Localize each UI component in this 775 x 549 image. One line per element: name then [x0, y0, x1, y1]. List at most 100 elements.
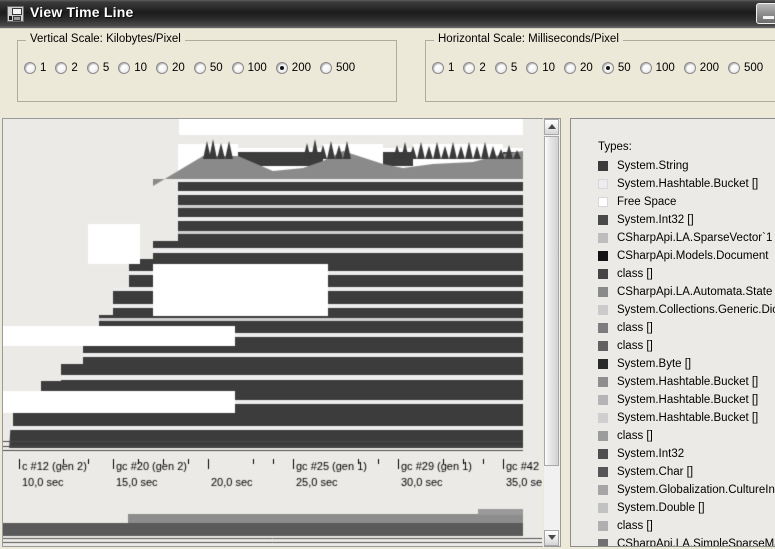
legend-item[interactable]: Free Space — [598, 193, 775, 211]
legend-item-label: CSharpApi.LA.SimpleSparseMatr — [617, 538, 775, 547]
timeline-chart-pane[interactable] — [2, 118, 543, 547]
horizontal-scale-option-10[interactable]: 10 — [526, 62, 555, 74]
legend-item[interactable]: System.Collections.Generic.Dicti — [598, 301, 775, 319]
radio-icon[interactable] — [231, 62, 244, 74]
window-title: View Time Line — [30, 4, 134, 20]
legend-item-label: System.String — [617, 160, 689, 172]
legend-item[interactable]: System.Int32 — [598, 445, 775, 463]
legend-item[interactable]: class [] — [598, 337, 775, 355]
radio-icon[interactable] — [601, 62, 614, 74]
vertical-scale-option-label: 10 — [134, 62, 148, 74]
radio-icon[interactable] — [86, 62, 99, 74]
legend-item[interactable]: System.Hashtable.Bucket [] — [598, 175, 775, 193]
vertical-scale-option-1[interactable]: 1 — [24, 62, 46, 74]
legend-item-label: CSharpApi.LA.Automata.State — [617, 286, 773, 298]
vertical-scale-option-label: 20 — [172, 62, 185, 74]
vertical-scale-option-50[interactable]: 50 — [193, 62, 223, 74]
radio-icon[interactable] — [683, 62, 696, 74]
timeline-chart-inner — [3, 119, 542, 546]
legend-item[interactable]: CSharpApi.LA.SimpleSparseMatr — [598, 535, 775, 547]
window-title-bar: View Time Line — [0, 0, 775, 29]
radio-icon[interactable] — [193, 62, 206, 74]
horizontal-scale-option-50[interactable]: 50 — [601, 62, 631, 74]
legend-color-swatch — [598, 305, 608, 315]
radio-icon[interactable] — [275, 62, 288, 74]
legend-color-swatch — [598, 485, 608, 495]
legend-item-label: System.Double [] — [617, 502, 705, 514]
legend-item[interactable]: CSharpApi.LA.SparseVector`1 — [598, 229, 775, 247]
vertical-scale-option-label: 500 — [335, 62, 356, 74]
scroll-down-button[interactable] — [544, 530, 559, 546]
horizontal-scale-option-label: 2 — [479, 62, 486, 74]
legend-item[interactable]: System.Hashtable.Bucket [] — [598, 391, 775, 409]
legend-item-label: CSharpApi.Models.Document — [617, 250, 769, 262]
horizontal-scale-option-20[interactable]: 20 — [564, 62, 593, 74]
legend-color-swatch — [598, 269, 608, 279]
legend-item[interactable]: CSharpApi.LA.Automata.State — [598, 283, 775, 301]
vertical-scale-option-20[interactable]: 20 — [156, 62, 185, 74]
radio-icon[interactable] — [639, 62, 652, 74]
radio-icon[interactable] — [55, 62, 68, 74]
horizontal-scale-option-2[interactable]: 2 — [463, 62, 486, 74]
vertical-scale-option-500[interactable]: 500 — [319, 62, 356, 74]
legend-item[interactable]: CSharpApi.Models.Document — [598, 247, 775, 265]
radio-icon[interactable] — [727, 62, 740, 74]
minimize-button[interactable] — [756, 3, 775, 24]
legend-color-swatch — [598, 179, 608, 189]
legend-item-label: CSharpApi.LA.SparseVector`1 — [617, 232, 773, 244]
horizontal-scale-option-500[interactable]: 500 — [727, 62, 763, 74]
radio-icon[interactable] — [432, 62, 444, 74]
legend-item[interactable]: System.Hashtable.Bucket [] — [598, 409, 775, 427]
horizontal-scale-option-5[interactable]: 5 — [494, 62, 518, 74]
legend-item[interactable]: System.Byte [] — [598, 355, 775, 373]
legend-item[interactable]: System.Char [] — [598, 463, 775, 481]
vertical-scale-option-2[interactable]: 2 — [55, 62, 78, 74]
radio-icon[interactable] — [494, 62, 507, 74]
radio-icon[interactable] — [319, 62, 332, 74]
radio-icon[interactable] — [564, 62, 577, 74]
legend-color-swatch — [598, 215, 608, 225]
legend-item[interactable]: System.Int32 [] — [598, 211, 775, 229]
timeline-window-icon — [7, 6, 24, 22]
legend-color-swatch — [598, 395, 608, 405]
vertical-scale-option-200[interactable]: 200 — [275, 62, 311, 74]
vertical-scale-option-label: 2 — [71, 62, 78, 74]
vertical-scale-option-100[interactable]: 100 — [231, 62, 267, 74]
scrollbar-thumb[interactable] — [544, 136, 559, 466]
legend-item-label: System.Hashtable.Bucket [] — [617, 178, 759, 190]
horizontal-scale-option-label: 5 — [510, 62, 518, 74]
vertical-scale-option-10[interactable]: 10 — [118, 62, 147, 74]
radio-icon[interactable] — [463, 62, 476, 74]
legend-item[interactable]: System.Hashtable.Bucket [] — [598, 373, 775, 391]
vertical-scale-option-5[interactable]: 5 — [86, 62, 109, 74]
chart-vertical-scrollbar[interactable] — [544, 118, 561, 547]
radio-icon[interactable] — [118, 62, 131, 74]
horizontal-scale-option-200[interactable]: 200 — [683, 62, 719, 74]
legend-color-swatch — [598, 413, 608, 423]
legend-color-swatch — [598, 323, 608, 333]
pane-divider — [562, 118, 570, 547]
vertical-scale-title: Vertical Scale: Kilobytes/Pixel — [26, 33, 185, 45]
radio-icon[interactable] — [156, 62, 169, 74]
legend-item[interactable]: class [] — [598, 319, 775, 337]
horizontal-scale-option-100[interactable]: 100 — [639, 62, 675, 74]
horizontal-scale-title: Horizontal Scale: Milliseconds/Pixel — [434, 33, 623, 45]
scroll-up-button[interactable] — [544, 119, 559, 135]
timeline-chart-canvas[interactable] — [3, 119, 542, 546]
horizontal-scale-option-1[interactable]: 1 — [432, 62, 454, 74]
legend-item-label: Free Space — [617, 196, 677, 208]
legend-item[interactable]: System.Globalization.CultureInf — [598, 481, 775, 499]
legend-list: System.String System.Hashtable.Bucket [] F… — [598, 157, 775, 547]
radio-icon[interactable] — [526, 62, 539, 74]
vertical-scale-group: Vertical Scale: Kilobytes/Pixel 1 2 5 10 20 5… — [17, 33, 397, 102]
radio-icon[interactable] — [24, 62, 36, 74]
legend-item[interactable]: class [] — [598, 265, 775, 283]
legend-item[interactable]: System.String — [598, 157, 775, 175]
legend-color-swatch — [598, 341, 608, 351]
legend-item[interactable]: class [] — [598, 427, 775, 445]
legend-item[interactable]: class [] — [598, 517, 775, 535]
legend-item-label: System.Globalization.CultureInf — [617, 484, 775, 496]
horizontal-scale-option-label: 100 — [655, 62, 675, 74]
horizontal-scale-radio-group: 1 2 5 10 20 50 100 200 500 — [432, 62, 772, 74]
legend-item[interactable]: System.Double [] — [598, 499, 775, 517]
